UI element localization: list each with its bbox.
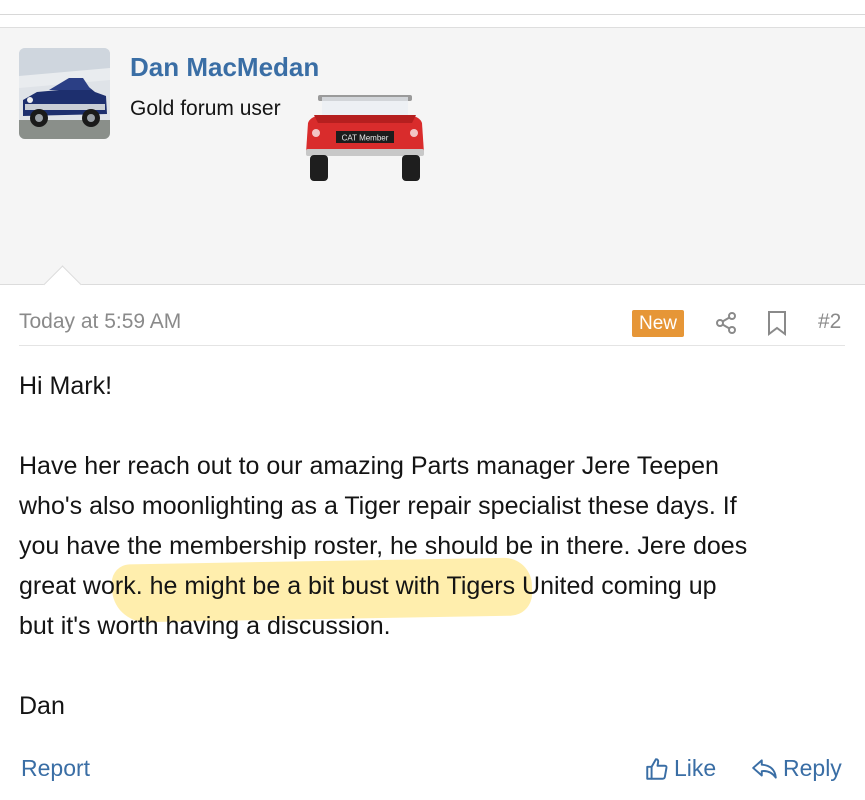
member-banner-car-image: CAT Member	[300, 93, 430, 185]
meta-divider	[19, 345, 845, 346]
message-line: who's also moonlighting as a Tiger repai…	[19, 492, 737, 520]
message-signature: Dan	[19, 692, 65, 720]
message-line: great work. he might be a bit bust with …	[19, 572, 717, 600]
message-line: you have the membership roster, he shoul…	[19, 532, 748, 560]
message-line: Have her reach out to our amazing Parts …	[19, 452, 719, 480]
user-title: Gold forum user	[130, 97, 281, 120]
post-message-body: Hi Mark! Have her reach out to our amazi…	[19, 366, 849, 726]
share-icon[interactable]	[714, 311, 738, 335]
bookmark-icon[interactable]	[766, 310, 788, 336]
reply-button[interactable]: Reply	[751, 755, 842, 782]
report-link[interactable]: Report	[21, 755, 90, 782]
banner-plate-text: CAT Member	[342, 134, 389, 143]
avatar[interactable]	[19, 48, 110, 139]
previous-post-edge	[0, 0, 865, 15]
thumbs-up-icon	[646, 757, 668, 780]
post-number-link[interactable]: #2	[818, 310, 841, 334]
message-line: but it's worth having a discussion.	[19, 612, 391, 640]
like-button[interactable]: Like	[644, 755, 716, 782]
message-line: Hi Mark!	[19, 372, 113, 400]
reply-label: Reply	[783, 755, 842, 781]
username-link[interactable]: Dan MacMedan	[130, 52, 319, 83]
new-badge: New	[632, 310, 685, 337]
like-label: Like	[674, 755, 717, 781]
post-separator	[0, 15, 865, 28]
reply-arrow-icon	[752, 758, 777, 779]
post-timestamp[interactable]: Today at 5:59 AM	[19, 310, 181, 334]
